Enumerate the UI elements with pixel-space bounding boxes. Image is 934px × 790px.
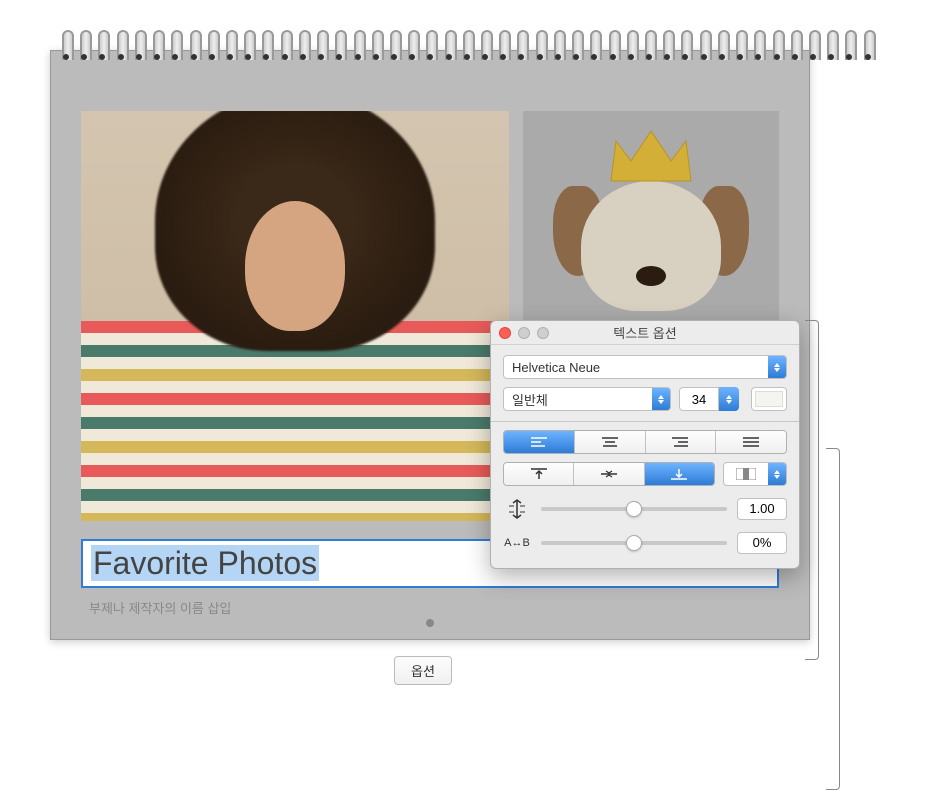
spiral-binding (60, 30, 874, 66)
valign-bottom-button[interactable] (645, 463, 714, 485)
window-minimize-button[interactable] (518, 327, 530, 339)
options-button[interactable]: 옵션 (394, 656, 452, 685)
font-size-stepper[interactable] (679, 387, 743, 411)
photo-slot-left[interactable] (81, 111, 509, 521)
character-spacing-icon: A↔B (503, 537, 531, 549)
font-style-select[interactable]: 일반체 (503, 387, 671, 411)
stepper-arrows-icon[interactable] (719, 387, 739, 411)
color-swatch (755, 391, 783, 407)
slider-thumb[interactable] (626, 501, 642, 517)
text-color-well[interactable] (751, 387, 787, 411)
slider-thumb[interactable] (626, 535, 642, 551)
columns-icon (724, 468, 768, 480)
align-right-button[interactable] (646, 431, 717, 453)
page-indicator-dot (426, 619, 434, 627)
callout-bracket (826, 448, 840, 790)
font-family-select[interactable]: Helvetica Neue (503, 355, 787, 379)
window-close-button[interactable] (499, 327, 511, 339)
line-spacing-value[interactable]: 1.00 (737, 498, 787, 520)
panel-titlebar[interactable]: 텍스트 옵션 (491, 321, 799, 345)
crown-graphic (601, 121, 701, 191)
text-options-panel: 텍스트 옵션 Helvetica Neue 일반체 (490, 320, 800, 569)
character-spacing-value[interactable]: 0% (737, 532, 787, 554)
font-style-value: 일반체 (504, 390, 652, 409)
font-family-value: Helvetica Neue (504, 360, 768, 375)
align-left-button[interactable] (504, 431, 575, 453)
calendar-title-text[interactable]: Favorite Photos (91, 545, 319, 581)
calendar-subtitle-field[interactable]: 부제나 제작자의 이름 삽입 (81, 596, 779, 619)
dropdown-arrows-icon (768, 463, 786, 485)
valign-middle-button[interactable] (574, 463, 644, 485)
dropdown-arrows-icon (652, 388, 670, 410)
font-size-input[interactable] (679, 387, 719, 411)
dropdown-arrows-icon (768, 356, 786, 378)
align-justify-button[interactable] (716, 431, 786, 453)
align-center-button[interactable] (575, 431, 646, 453)
vertical-align-control (503, 462, 715, 486)
window-zoom-button[interactable] (537, 327, 549, 339)
valign-top-button[interactable] (504, 463, 574, 485)
columns-select[interactable] (723, 462, 787, 486)
line-spacing-icon (503, 499, 531, 519)
line-spacing-slider[interactable] (541, 507, 727, 511)
callout-bracket (805, 320, 819, 660)
character-spacing-slider[interactable] (541, 541, 727, 545)
horizontal-align-control (503, 430, 787, 454)
